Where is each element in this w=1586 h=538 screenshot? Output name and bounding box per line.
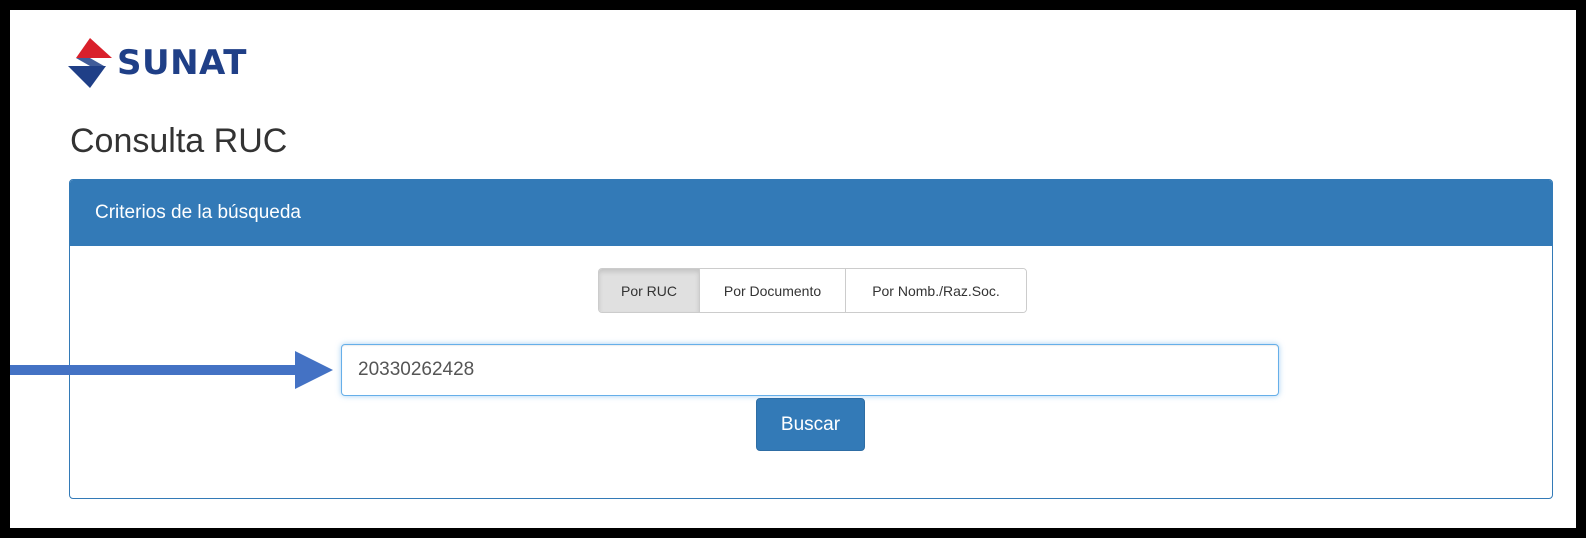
- tab-por-ruc[interactable]: Por RUC: [599, 269, 700, 312]
- ruc-input[interactable]: [341, 344, 1279, 396]
- page-title: Consulta RUC: [70, 122, 288, 160]
- sunat-logo[interactable]: SUNAT: [66, 36, 247, 90]
- search-mode-tabs: Por RUC Por Documento Por Nomb./Raz.Soc.: [598, 268, 1027, 313]
- sunat-diamond-icon: [68, 38, 112, 88]
- page-frame: SUNAT Consulta RUC Criterios de la búsqu…: [10, 10, 1576, 528]
- logo-text: SUNAT: [117, 43, 247, 83]
- annotation-arrow-icon: [10, 351, 333, 389]
- panel-heading: Criterios de la búsqueda: [70, 180, 1552, 246]
- buscar-button[interactable]: Buscar: [756, 398, 865, 451]
- search-criteria-panel: Criterios de la búsqueda Por RUC Por Doc…: [69, 179, 1553, 499]
- tab-por-nombre-razon-social[interactable]: Por Nomb./Raz.Soc.: [846, 269, 1026, 312]
- tab-por-documento[interactable]: Por Documento: [700, 269, 846, 312]
